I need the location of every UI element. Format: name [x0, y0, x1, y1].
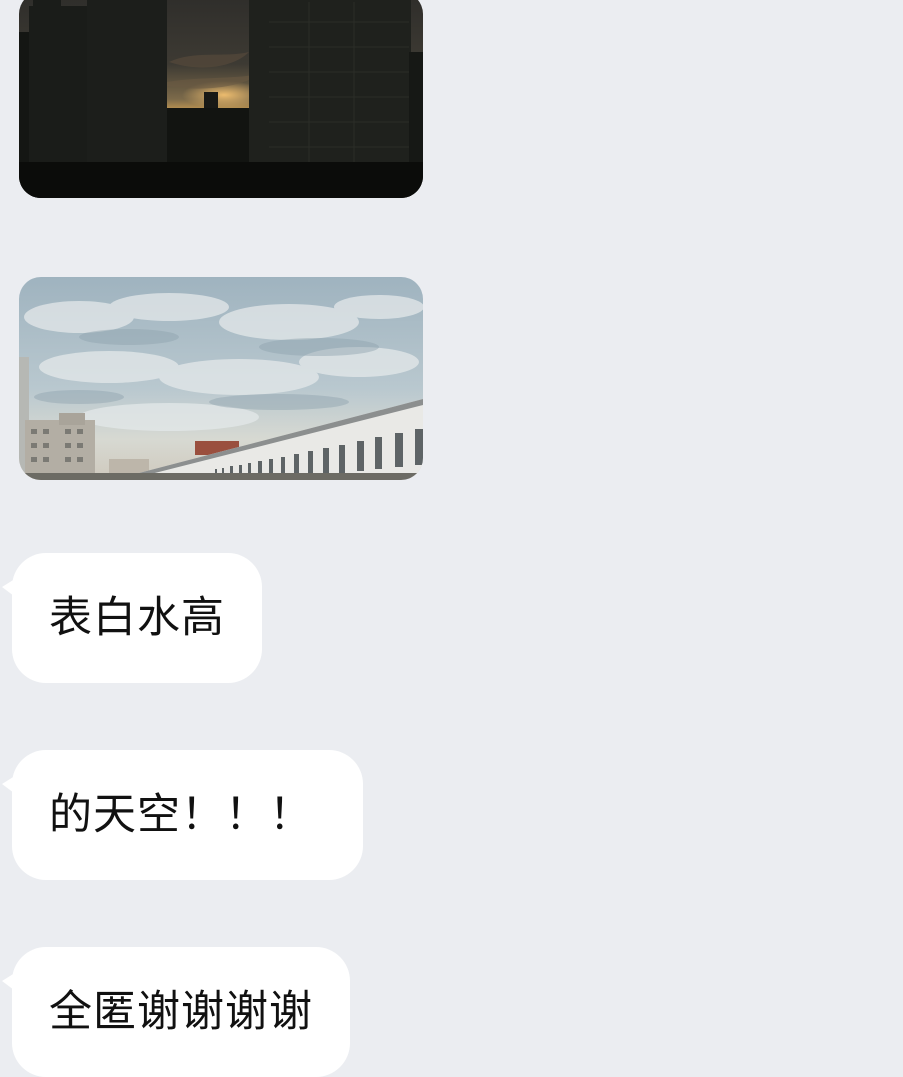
message-bubble-1[interactable]: 表白水高 [2, 553, 262, 683]
photo-message-cloudy-sky[interactable] [19, 277, 423, 480]
message-text: 的天空！！！ [49, 789, 313, 840]
bubble-tail [2, 577, 18, 599]
photo-message-dusk-skyline[interactable] [19, 0, 423, 198]
bubble-tail [2, 971, 18, 993]
cloudy-sky-building-photo [19, 277, 423, 480]
dusk-skyline-photo [19, 0, 423, 198]
message-text: 全匿谢谢谢谢 [49, 986, 313, 1037]
message-bubble-2[interactable]: 的天空！！！ [2, 750, 363, 880]
message-bubble-3[interactable]: 全匿谢谢谢谢 [2, 947, 350, 1077]
bubble-tail [2, 774, 18, 796]
chat-thread: 表白水高 的天空！！！ 全匿谢谢谢谢 [0, 0, 903, 1077]
message-text: 表白水高 [49, 592, 225, 643]
